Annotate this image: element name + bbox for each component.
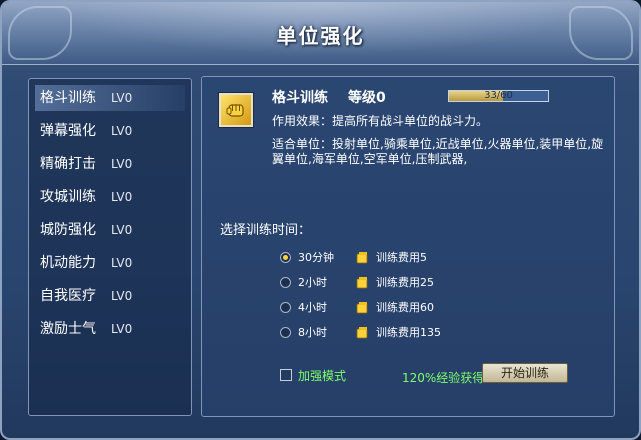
radio-button[interactable] [280,277,291,288]
option-cost: 训练费用5 [376,251,427,264]
coin-icon [356,252,368,264]
skill-name: 机动能力 [40,255,96,271]
option-time: 2小时 [298,276,327,289]
exp-bonus-text: 120%经验获得 [402,371,485,385]
option-time: 30分钟 [298,251,334,264]
radio-button[interactable] [280,327,291,338]
training-option-2h[interactable]: 2小时 训练费用25 [280,274,500,292]
skill-name: 自我医疗 [40,288,96,304]
start-training-button[interactable]: 开始训练 [482,363,568,383]
skill-level-label: 等级0 [348,90,386,106]
enhance-mode-label: 加强模式 [298,369,347,383]
training-time-label: 选择训练时间： [220,223,312,238]
option-time: 4小时 [298,301,327,314]
skill-name: 格斗训练 [40,90,96,106]
skill-name: 精确打击 [40,156,96,172]
skill-detail-panel: 格斗训练 等级0 33/60 作用效果：提高所有战斗单位的战斗力。 适合单位：投… [201,76,615,417]
option-cost: 训练费用135 [376,326,441,339]
fist-icon [219,93,253,127]
skill-item-siege-training[interactable]: 攻城训练 LV0 [35,184,185,210]
skill-name: 激励士气 [40,321,96,337]
skill-name: 攻城训练 [40,189,96,205]
training-option-8h[interactable]: 8小时 训练费用135 [280,324,500,342]
radio-button[interactable] [280,252,291,263]
window-title: 单位强化 [276,24,365,48]
skill-level: LV0 [111,124,133,138]
option-cost: 训练费用60 [376,301,434,314]
skill-name: 弹幕强化 [40,123,96,139]
skill-list: 格斗训练 LV0 弹幕强化 LV0 精确打击 LV0 攻城训练 LV0 城防强化… [28,78,192,416]
skill-item-city-defense[interactable]: 城防强化 LV0 [35,217,185,243]
skill-level: LV0 [111,322,133,336]
skill-item-combat-training[interactable]: 格斗训练 LV0 [35,85,185,111]
skill-level: LV0 [111,223,133,237]
option-cost: 训练费用25 [376,276,434,289]
skill-item-barrage[interactable]: 弹幕强化 LV0 [35,118,185,144]
xp-progress-bar: 33/60 [448,90,549,102]
skill-name: 城防强化 [40,222,96,238]
title-bar: 单位强化 [2,2,639,65]
option-time: 8小时 [298,326,327,339]
coin-icon [356,327,368,339]
skill-title: 格斗训练 [272,90,328,106]
effect-description: 作用效果：提高所有战斗单位的战斗力。 [272,114,489,128]
xp-progress-text: 33/60 [484,90,513,101]
coin-icon [356,277,368,289]
training-option-30min[interactable]: 30分钟 训练费用5 [280,249,500,267]
skill-level: LV0 [111,91,133,105]
coin-icon [356,302,368,314]
enhance-mode-checkbox[interactable] [280,369,292,381]
suitable-units: 适合单位：投射单位,骑乘单位,近战单位,火器单位,装甲单位,旋翼单位,海军单位,… [272,137,604,166]
skill-level: LV0 [111,289,133,303]
radio-button[interactable] [280,302,291,313]
skill-level: LV0 [111,256,133,270]
skill-item-mobility[interactable]: 机动能力 LV0 [35,250,185,276]
skill-level: LV0 [111,190,133,204]
skill-item-morale[interactable]: 激励士气 LV0 [35,316,185,342]
skill-item-precision-strike[interactable]: 精确打击 LV0 [35,151,185,177]
unit-enhance-window: 单位强化 格斗训练 LV0 弹幕强化 LV0 精确打击 LV0 攻城训练 LV0… [0,0,641,440]
skill-level: LV0 [111,157,133,171]
training-option-4h[interactable]: 4小时 训练费用60 [280,299,500,317]
skill-item-self-heal[interactable]: 自我医疗 LV0 [35,283,185,309]
